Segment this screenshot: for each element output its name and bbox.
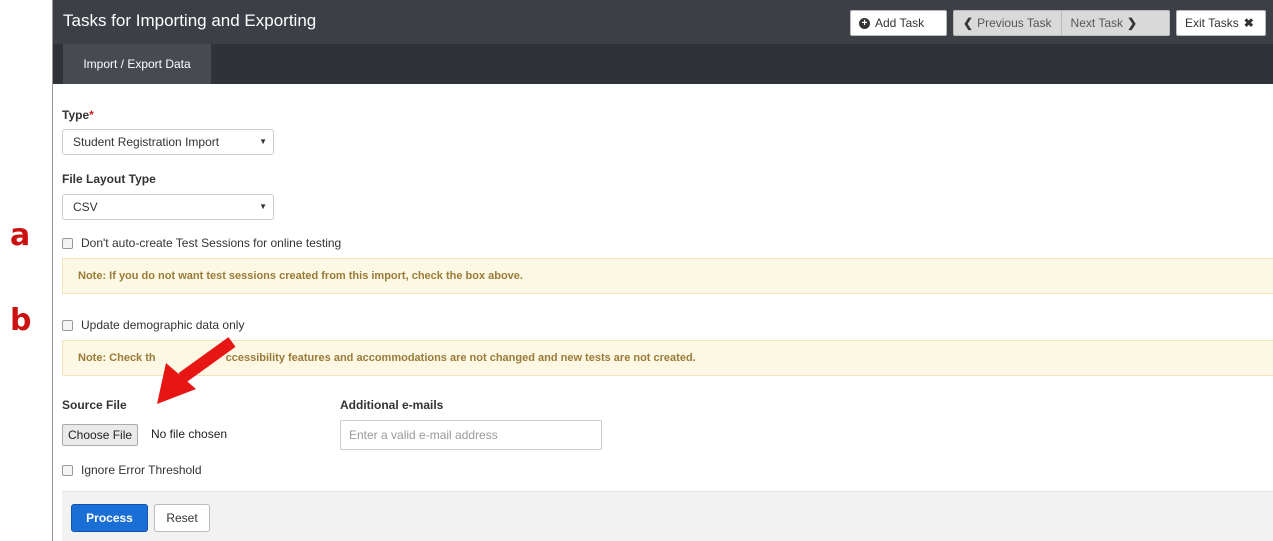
exit-tasks-button[interactable]: Exit Tasks ✖ <box>1176 10 1266 36</box>
next-task-label: Next Task <box>1070 16 1124 30</box>
form-footer: Process Reset <box>62 491 1273 541</box>
threshold-checkbox-label: Ignore Error Threshold <box>81 463 202 477</box>
type-label-text: Type <box>62 108 90 122</box>
next-task-button[interactable]: Next Task ❯ <box>1060 11 1147 35</box>
tab-bar: Import / Export Data <box>53 44 1273 84</box>
task-navigation: ❮ Previous Task Next Task ❯ <box>953 10 1170 36</box>
no-file-text: No file chosen <box>151 427 228 441</box>
email-input[interactable] <box>340 420 602 450</box>
source-file-label: Source File <box>62 398 127 412</box>
reset-button[interactable]: Reset <box>154 504 210 532</box>
type-select-value: Student Registration Import <box>73 135 220 149</box>
additional-emails-label: Additional e-mails <box>340 398 444 412</box>
previous-task-label: Previous Task <box>977 16 1052 30</box>
sessions-checkbox-row[interactable]: Don't auto-create Test Sessions for onli… <box>62 236 341 250</box>
sessions-checkbox[interactable] <box>62 237 73 249</box>
type-select[interactable]: Student Registration Import ▼ <box>62 129 274 155</box>
process-button[interactable]: Process <box>71 504 148 532</box>
chevron-left-icon: ❮ <box>963 16 974 30</box>
threshold-checkbox-row[interactable]: Ignore Error Threshold <box>62 463 202 477</box>
import-form: Type* Student Registration Import ▼ File… <box>53 84 1273 541</box>
demographic-checkbox-row[interactable]: Update demographic data only <box>62 318 244 332</box>
sessions-note: Note: If you do not want test sessions c… <box>62 258 1273 294</box>
caret-down-icon: ▼ <box>259 137 267 146</box>
app-frame: Tasks for Importing and Exporting + Add … <box>52 0 1273 541</box>
exit-tasks-label: Exit Tasks <box>1185 16 1239 30</box>
sessions-checkbox-label: Don't auto-create Test Sessions for onli… <box>81 236 342 250</box>
callout-b: b <box>10 303 32 338</box>
demographic-note-start: Note: Check th <box>78 352 156 364</box>
file-layout-label: File Layout Type <box>62 172 156 186</box>
threshold-checkbox[interactable] <box>62 464 73 476</box>
caret-down-icon: ▼ <box>259 202 267 211</box>
file-layout-select[interactable]: CSV ▼ <box>62 194 274 220</box>
header-bar: Tasks for Importing and Exporting + Add … <box>53 0 1273 44</box>
add-task-label: Add Task <box>875 16 925 30</box>
demographic-note-end: ccessibility features and accommodations… <box>225 352 696 364</box>
tab-import-export-data[interactable]: Import / Export Data <box>63 44 211 84</box>
callout-a: a <box>10 218 31 253</box>
plus-circle-icon: + <box>859 17 870 29</box>
type-label: Type* <box>62 108 94 122</box>
add-task-button[interactable]: + Add Task <box>850 10 947 36</box>
page-title: Tasks for Importing and Exporting <box>63 11 317 30</box>
required-mark: * <box>89 108 94 122</box>
demographic-note: Note: Check th ccessibility features and… <box>62 340 1273 376</box>
chevron-right-icon: ❯ <box>1127 16 1138 30</box>
previous-task-button[interactable]: ❮ Previous Task <box>954 11 1061 35</box>
choose-file-button[interactable]: Choose File <box>62 424 139 446</box>
close-icon: ✖ <box>1243 16 1254 30</box>
demographic-checkbox[interactable] <box>62 319 73 331</box>
demographic-checkbox-label: Update demographic data only <box>81 318 245 332</box>
file-layout-value: CSV <box>73 200 98 214</box>
